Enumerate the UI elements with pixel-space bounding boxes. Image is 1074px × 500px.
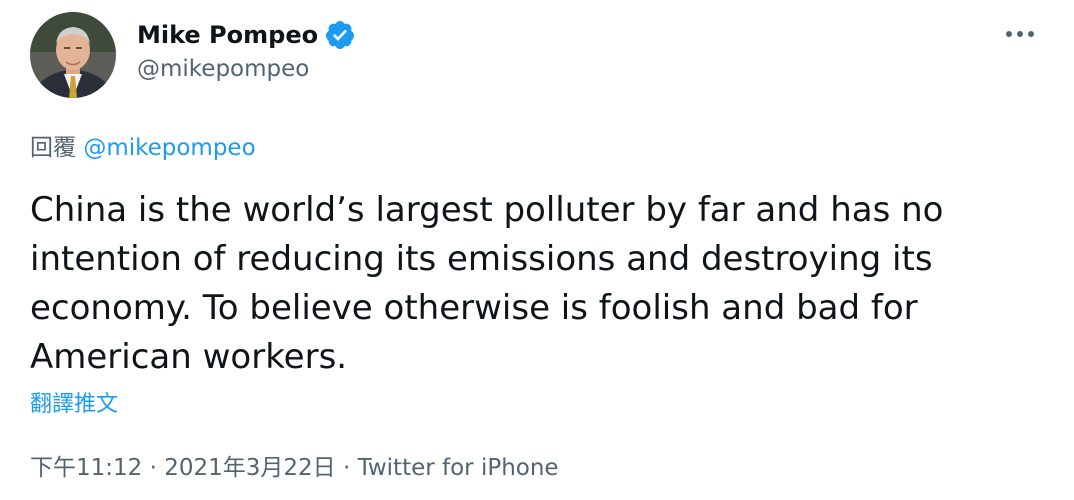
- meta-separator: ·: [335, 455, 358, 481]
- author-handle[interactable]: @mikepompeo: [137, 56, 356, 82]
- more-options-button[interactable]: [1002, 22, 1038, 46]
- author-block: Mike Pompeo @mikepompeo: [137, 17, 356, 82]
- avatar-photo: [30, 12, 116, 98]
- verified-badge-icon: [324, 19, 356, 51]
- meta-separator: ·: [142, 455, 165, 481]
- more-horizontal-icon: [1006, 31, 1034, 37]
- name-row: Mike Pompeo: [137, 17, 356, 53]
- tweet-card: Mike Pompeo @mikepompeo 回覆 @mikepompeo C…: [0, 0, 1074, 500]
- tweet-source-link[interactable]: Twitter for iPhone: [358, 455, 559, 481]
- reply-prefix: 回覆: [30, 135, 76, 161]
- avatar[interactable]: [30, 12, 116, 98]
- tweet-metadata: 下午11:12 · 2021年3月22日 · Twitter for iPhon…: [30, 448, 559, 482]
- tweet-text: China is the world’s largest polluter by…: [30, 190, 944, 377]
- tweet-date[interactable]: 2021年3月22日: [164, 455, 335, 481]
- translate-tweet-link[interactable]: 翻譯推文: [30, 386, 118, 418]
- tweet-time[interactable]: 下午11:12: [30, 455, 142, 481]
- reply-mention-link[interactable]: @mikepompeo: [83, 135, 255, 161]
- author-display-name[interactable]: Mike Pompeo: [137, 21, 318, 49]
- replying-to-line: 回覆 @mikepompeo: [30, 128, 256, 162]
